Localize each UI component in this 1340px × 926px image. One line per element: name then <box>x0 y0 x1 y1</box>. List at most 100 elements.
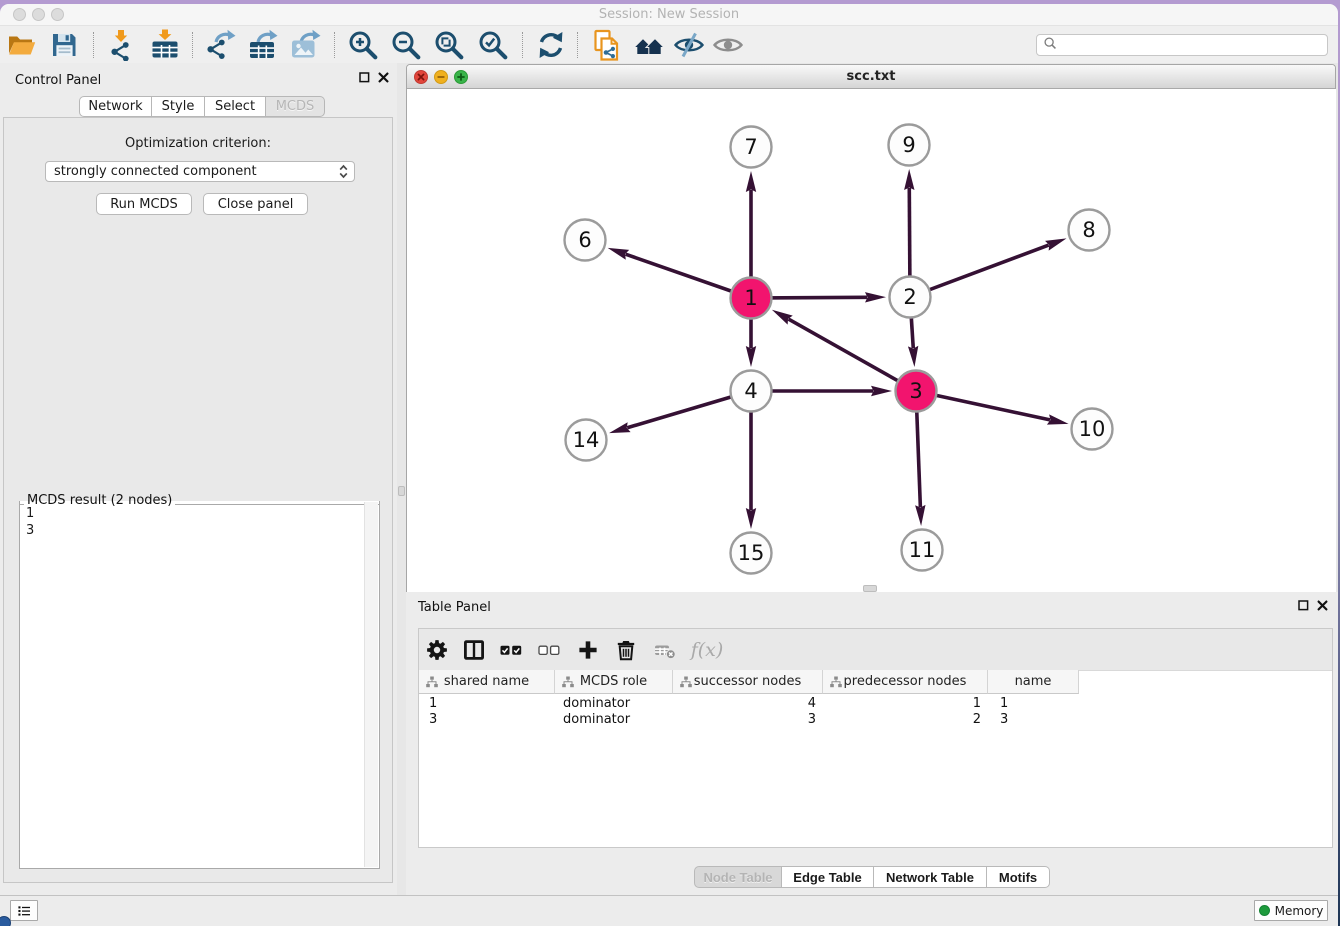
export-network-icon[interactable] <box>204 28 238 62</box>
graph-node-14[interactable]: 14 <box>566 420 607 461</box>
table-tab-edge-table[interactable]: Edge Table <box>782 866 874 888</box>
svg-text:9: 9 <box>902 133 915 157</box>
close-panel-button[interactable]: Close panel <box>203 193 308 215</box>
graph-node-3[interactable]: 3 <box>896 371 937 412</box>
add-column-icon[interactable] <box>575 637 601 663</box>
table-cell: 4 <box>673 696 823 712</box>
graph-node-10[interactable]: 10 <box>1072 409 1113 450</box>
graph-node-2[interactable]: 2 <box>890 277 931 318</box>
import-network-icon[interactable] <box>105 28 139 62</box>
memory-button[interactable]: Memory <box>1254 900 1328 921</box>
table-cell: 2 <box>823 712 988 728</box>
task-history-button[interactable] <box>10 900 38 921</box>
table-row[interactable]: 3dominator323 <box>419 712 1079 728</box>
table-panel-window-buttons <box>1298 600 1328 615</box>
control-panel-tab-mcds[interactable]: MCDS <box>266 96 325 117</box>
graph-node-6[interactable]: 6 <box>565 220 606 261</box>
table-tab-network-table[interactable]: Network Table <box>874 866 987 888</box>
select-all-columns-icon[interactable] <box>498 637 524 663</box>
graph-node-15[interactable]: 15 <box>731 533 772 574</box>
zoom-in-icon[interactable] <box>346 28 380 62</box>
network-canvas[interactable]: 1 2 3 4 6 7 8 9 10 11 14 15 <box>407 89 1336 592</box>
optimization-criterion-label: Optimization criterion: <box>4 136 392 151</box>
delete-table-icon <box>652 637 678 663</box>
table-tab-motifs[interactable]: Motifs <box>987 866 1050 888</box>
table-settings-icon[interactable] <box>424 637 450 663</box>
table-cell: dominator <box>555 696 673 712</box>
control-panel: Control Panel NetworkStyleSelectMCDS Opt… <box>0 63 397 896</box>
column-header-MCDS-role[interactable]: MCDS role <box>555 670 673 694</box>
control-panel-tab-style[interactable]: Style <box>152 96 205 117</box>
graph-node-4[interactable]: 4 <box>731 371 772 412</box>
table-panel-close-icon[interactable] <box>1317 600 1328 615</box>
zoom-selected-icon[interactable] <box>476 28 510 62</box>
column-header-shared-name[interactable]: shared name <box>419 670 555 694</box>
toolbar-separator <box>192 32 193 58</box>
show-selected-icon[interactable] <box>711 28 745 62</box>
graph-node-7[interactable]: 7 <box>731 127 772 168</box>
graph-node-11[interactable]: 11 <box>902 530 943 571</box>
run-mcds-button[interactable]: Run MCDS <box>96 193 192 215</box>
table-header: shared name MCDS role successor nodes pr… <box>419 670 1079 694</box>
refresh-icon[interactable] <box>534 28 568 62</box>
control-panel-tab-network[interactable]: Network <box>79 96 152 117</box>
horizontal-splitter-handle[interactable] <box>863 585 877 592</box>
table-cell: 1 <box>823 696 988 712</box>
result-scrollbar[interactable] <box>364 502 378 867</box>
main-area: Control Panel NetworkStyleSelectMCDS Opt… <box>0 63 1338 896</box>
column-header-name[interactable]: name <box>988 670 1079 694</box>
zoom-fit-icon[interactable] <box>432 28 466 62</box>
mcds-result-title: MCDS result (2 nodes) <box>24 493 175 508</box>
table-cell: 1 <box>419 696 555 712</box>
graph-node-1[interactable]: 1 <box>731 278 772 319</box>
import-table-icon[interactable] <box>148 28 182 62</box>
show-columns-icon[interactable] <box>461 637 487 663</box>
mcds-result-list: 1 3 <box>26 506 34 539</box>
table-cell: 3 <box>673 712 823 728</box>
task-list-icon <box>16 903 32 919</box>
graph-node-9[interactable]: 9 <box>889 125 930 166</box>
graph-node-8[interactable]: 8 <box>1069 210 1110 251</box>
save-session-icon[interactable] <box>47 28 81 62</box>
vertical-splitter-handle[interactable] <box>398 486 405 496</box>
column-header-successor-nodes[interactable]: successor nodes <box>673 670 823 694</box>
zoom-out-icon[interactable] <box>389 28 423 62</box>
table-box: f(x) shared name MCDS role successor nod… <box>418 628 1333 848</box>
svg-text:8: 8 <box>1082 218 1095 242</box>
control-panel-window-buttons <box>359 72 389 87</box>
result-legend-row: MCDS result (2 nodes) <box>19 493 380 508</box>
export-table-icon[interactable] <box>246 28 280 62</box>
table-row[interactable]: 1dominator411 <box>419 696 1079 712</box>
app-window: Session: New Session <box>0 4 1338 926</box>
svg-text:2: 2 <box>903 285 916 309</box>
control-panel-tabs: NetworkStyleSelectMCDS <box>79 96 325 117</box>
corner-badge-icon <box>0 916 11 926</box>
table-tab-node-table[interactable]: Node Table <box>694 866 782 888</box>
control-panel-title: Control Panel <box>15 73 101 88</box>
duplicate-network-icon[interactable] <box>589 28 623 62</box>
search-input[interactable] <box>1061 37 1327 54</box>
open-file-icon[interactable] <box>5 28 39 62</box>
svg-text:1: 1 <box>744 286 757 310</box>
table-tabs: Node TableEdge TableNetwork TableMotifs <box>406 866 1338 888</box>
export-image-icon[interactable] <box>288 28 322 62</box>
optimization-criterion-select[interactable]: strongly connected component <box>45 161 355 182</box>
table-cell: 3 <box>988 712 1079 728</box>
control-panel-tab-select[interactable]: Select <box>205 96 266 117</box>
control-panel-float-icon[interactable] <box>359 72 370 87</box>
delete-column-icon[interactable] <box>613 637 639 663</box>
toolbar-separator <box>93 32 94 58</box>
memory-label: Memory <box>1275 904 1324 918</box>
table-panel: Table Panel <box>406 592 1338 896</box>
network-view-titlebar[interactable]: scc.txt <box>407 65 1335 89</box>
table-panel-float-icon[interactable] <box>1298 600 1309 615</box>
unselect-all-columns-icon[interactable] <box>536 637 562 663</box>
control-panel-close-icon[interactable] <box>378 72 389 87</box>
hide-selected-icon[interactable] <box>672 28 706 62</box>
show-all-networks-icon[interactable] <box>632 28 666 62</box>
node-table[interactable]: shared name MCDS role successor nodes pr… <box>419 670 1332 847</box>
column-header-predecessor-nodes[interactable]: predecessor nodes <box>823 670 988 694</box>
search-box[interactable] <box>1036 34 1328 56</box>
mcds-pane: Optimization criterion: strongly connect… <box>3 117 393 883</box>
optimization-criterion-value: strongly connected component <box>54 164 337 179</box>
